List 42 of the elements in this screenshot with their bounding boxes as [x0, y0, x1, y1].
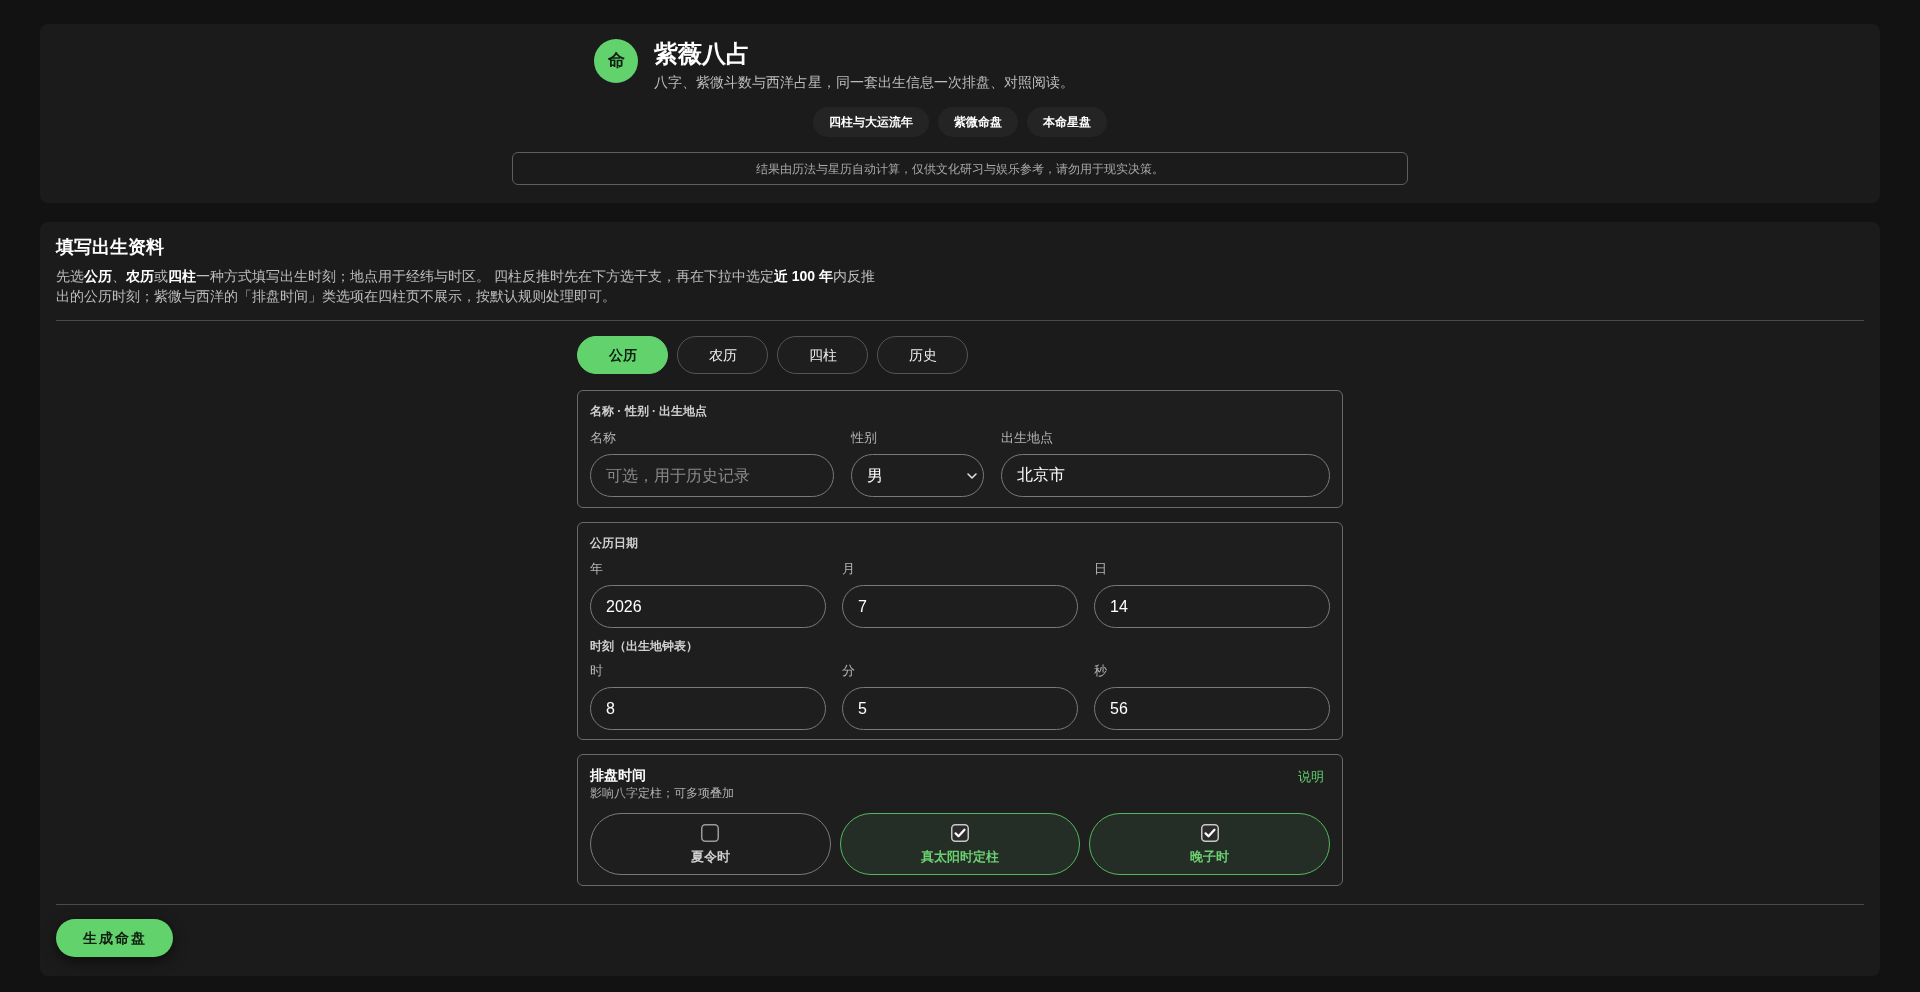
- feature-pill: 本命星盘: [1027, 107, 1107, 137]
- group-hint: 影响八字定柱；可多项叠加: [590, 785, 734, 801]
- input-field[interactable]: 5: [842, 687, 1078, 730]
- input-field[interactable]: 14: [1094, 585, 1330, 628]
- section-description: 先选公历、农历或四柱一种方式填写出生时刻；地点用于经纬与时区。 四柱反推时先在下方选干支，再在下拉中选定近 100 年内反推出的公历时刻；紫微与西洋的「排盘时间」类选项在四柱页不展示，按默认规则处理即可。: [56, 267, 877, 306]
- field-label: 时: [590, 662, 604, 680]
- input-field[interactable]: 北京市: [1001, 454, 1330, 497]
- app-subtitle: 八字、紫微斗数与西洋占星，同一套出生信息一次排盘、对照阅读。: [654, 73, 1074, 92]
- select-field[interactable]: 男: [851, 454, 984, 497]
- section-title: 填写出生资料: [56, 236, 165, 259]
- field-label: 出生地点: [1001, 429, 1054, 447]
- option-toggle[interactable]: 晚子时: [1089, 813, 1330, 875]
- logo-mark: 命: [594, 39, 638, 83]
- option-toggle[interactable]: 夏令时: [590, 813, 831, 875]
- group-title: 时刻（出生地钟表）: [590, 638, 699, 654]
- feature-pill: 紫微命盘: [938, 107, 1018, 137]
- field-label: 年: [590, 560, 604, 578]
- field-label: 日: [1094, 560, 1108, 578]
- calendar-tab[interactable]: 四柱: [777, 336, 868, 374]
- input-field[interactable]: 56: [1094, 687, 1330, 730]
- input-field[interactable]: 2026: [590, 585, 826, 628]
- calendar-tab[interactable]: 公历: [577, 336, 668, 374]
- feature-pill: 四柱与大运流年: [813, 107, 929, 137]
- app-title: 紫薇八占: [654, 39, 751, 69]
- field-label: 分: [842, 662, 856, 680]
- input-field[interactable]: 可选，用于历史记录: [590, 454, 834, 497]
- calendar-tab[interactable]: 农历: [677, 336, 768, 374]
- calendar-tab[interactable]: 历史: [877, 336, 968, 374]
- field-label: 性别: [851, 429, 878, 447]
- option-toggle[interactable]: 真太阳时定柱: [839, 813, 1081, 875]
- help-link[interactable]: 说明: [1298, 767, 1324, 787]
- field-label: 名称: [590, 429, 617, 447]
- group-title: 名称 · 性别 · 出生地点: [590, 403, 709, 419]
- submit-button[interactable]: 生成命盘: [56, 919, 173, 957]
- disclaimer-notice: 结果由历法与星历自动计算，仅供文化研习与娱乐参考，请勿用于现实决策。: [512, 152, 1408, 185]
- field-label: 秒: [1094, 662, 1108, 680]
- chevron-down-icon: [967, 472, 977, 479]
- group-heading: 排盘时间: [590, 766, 647, 785]
- input-field[interactable]: 8: [590, 687, 826, 730]
- field-label: 月: [842, 560, 856, 578]
- group-title: 公历日期: [590, 535, 639, 551]
- input-field[interactable]: 7: [842, 585, 1078, 628]
